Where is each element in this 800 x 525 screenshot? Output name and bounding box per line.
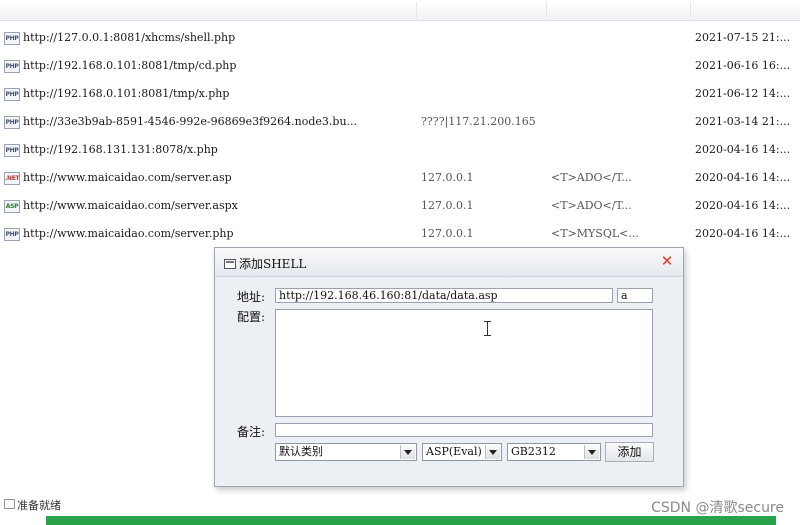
note-input[interactable] — [275, 423, 653, 437]
shell-date: 2020-04-16 14:... — [695, 143, 791, 156]
text-cursor-icon — [484, 321, 491, 336]
shell-date: 2020-04-16 14:... — [695, 199, 791, 212]
list-item[interactable]: PHP http://192.168.0.101:8081/tmp/cd.php… — [0, 56, 800, 76]
encoding-value: GB2312 — [511, 445, 556, 458]
shell-db: <T>ADO</T... — [551, 171, 632, 184]
header-separator — [546, 2, 547, 18]
list-item[interactable]: PHP http://192.168.0.101:8081/tmp/x.php … — [0, 84, 800, 104]
shell-date: 2021-06-16 16:... — [695, 59, 791, 72]
category-select-value: 默认类别 — [279, 445, 323, 458]
shell-ip: ????|117.21.200.165 — [421, 115, 536, 128]
password-input[interactable]: a — [617, 288, 653, 303]
chevron-down-icon[interactable] — [584, 445, 599, 459]
shell-ip: 127.0.0.1 — [421, 171, 474, 184]
shell-db: <T>ADO</T... — [551, 199, 632, 212]
add-button[interactable]: 添加 — [605, 442, 654, 462]
list-header — [0, 0, 800, 21]
shell-ip: 127.0.0.1 — [421, 227, 474, 240]
php-file-icon: PHP — [4, 228, 20, 241]
status-text: 准备就绪 — [17, 499, 61, 512]
note-label: 备注: — [237, 425, 266, 439]
address-input[interactable]: http://192.168.46.160:81/data/data.asp — [275, 288, 613, 303]
window-icon — [224, 259, 236, 269]
shell-db: <T>MYSQL<... — [551, 227, 639, 240]
shell-date: 2021-07-15 21:... — [695, 31, 791, 44]
shell-date: 2021-06-12 14:... — [695, 87, 791, 100]
shell-url: http://192.168.0.101:8081/tmp/cd.php — [23, 59, 237, 72]
dotnet-file-icon: .NET — [4, 172, 20, 185]
status-icon — [4, 499, 15, 509]
list-item[interactable]: PHP http://192.168.131.131:8078/x.php 20… — [0, 140, 800, 160]
shell-url: http://192.168.131.131:8078/x.php — [23, 143, 218, 156]
php-file-icon: PHP — [4, 144, 20, 157]
list-item[interactable]: ASP http://www.maicaidao.com/server.aspx… — [0, 196, 800, 216]
shell-date: 2020-04-16 14:... — [695, 171, 791, 184]
config-label: 配置: — [237, 310, 266, 324]
shell-url: http://www.maicaidao.com/server.php — [23, 227, 234, 240]
add-shell-dialog: 添加SHELL ✕ 地址: http://192.168.46.160:81/d… — [214, 247, 684, 487]
php-file-icon: PHP — [4, 116, 20, 129]
php-file-icon: PHP — [4, 60, 20, 73]
config-textarea[interactable] — [275, 309, 653, 417]
shell-url: http://33e3b9ab-8591-4546-992e-96869e3f9… — [23, 115, 358, 128]
close-icon[interactable]: ✕ — [660, 253, 674, 269]
dialog-title: 添加SHELL — [239, 257, 307, 271]
shell-url: http://127.0.0.1:8081/xhcms/shell.php — [23, 31, 236, 44]
shell-date: 2021-03-14 21:... — [695, 115, 791, 128]
shell-ip: 127.0.0.1 — [421, 199, 474, 212]
php-file-icon: PHP — [4, 88, 20, 101]
shell-url: http://www.maicaidao.com/server.asp — [23, 171, 232, 184]
header-separator — [416, 2, 417, 18]
asp-file-icon: ASP — [4, 200, 20, 213]
script-type-select[interactable]: ASP(Eval) — [422, 443, 502, 461]
dialog-titlebar[interactable]: 添加SHELL ✕ — [215, 248, 683, 277]
address-label: 地址: — [237, 290, 266, 304]
category-select[interactable]: 默认类别 — [275, 443, 417, 461]
chevron-down-icon[interactable] — [485, 445, 500, 459]
chevron-down-icon[interactable] — [400, 445, 415, 459]
encoding-select[interactable]: GB2312 — [507, 443, 601, 461]
progress-bar — [46, 516, 776, 525]
watermark: CSDN @清歌secure — [651, 500, 784, 516]
php-file-icon: PHP — [4, 32, 20, 45]
list-item[interactable]: PHP http://33e3b9ab-8591-4546-992e-96869… — [0, 112, 800, 132]
script-type-value: ASP(Eval) — [426, 445, 482, 458]
shell-url: http://192.168.0.101:8081/tmp/x.php — [23, 87, 230, 100]
header-separator — [690, 2, 691, 18]
shell-url: http://www.maicaidao.com/server.aspx — [23, 199, 238, 212]
list-item[interactable]: PHP http://www.maicaidao.com/server.php … — [0, 224, 800, 244]
list-item[interactable]: PHP http://127.0.0.1:8081/xhcms/shell.ph… — [0, 28, 800, 48]
shell-date: 2020-04-16 14:... — [695, 227, 791, 240]
list-item[interactable]: .NET http://www.maicaidao.com/server.asp… — [0, 168, 800, 188]
